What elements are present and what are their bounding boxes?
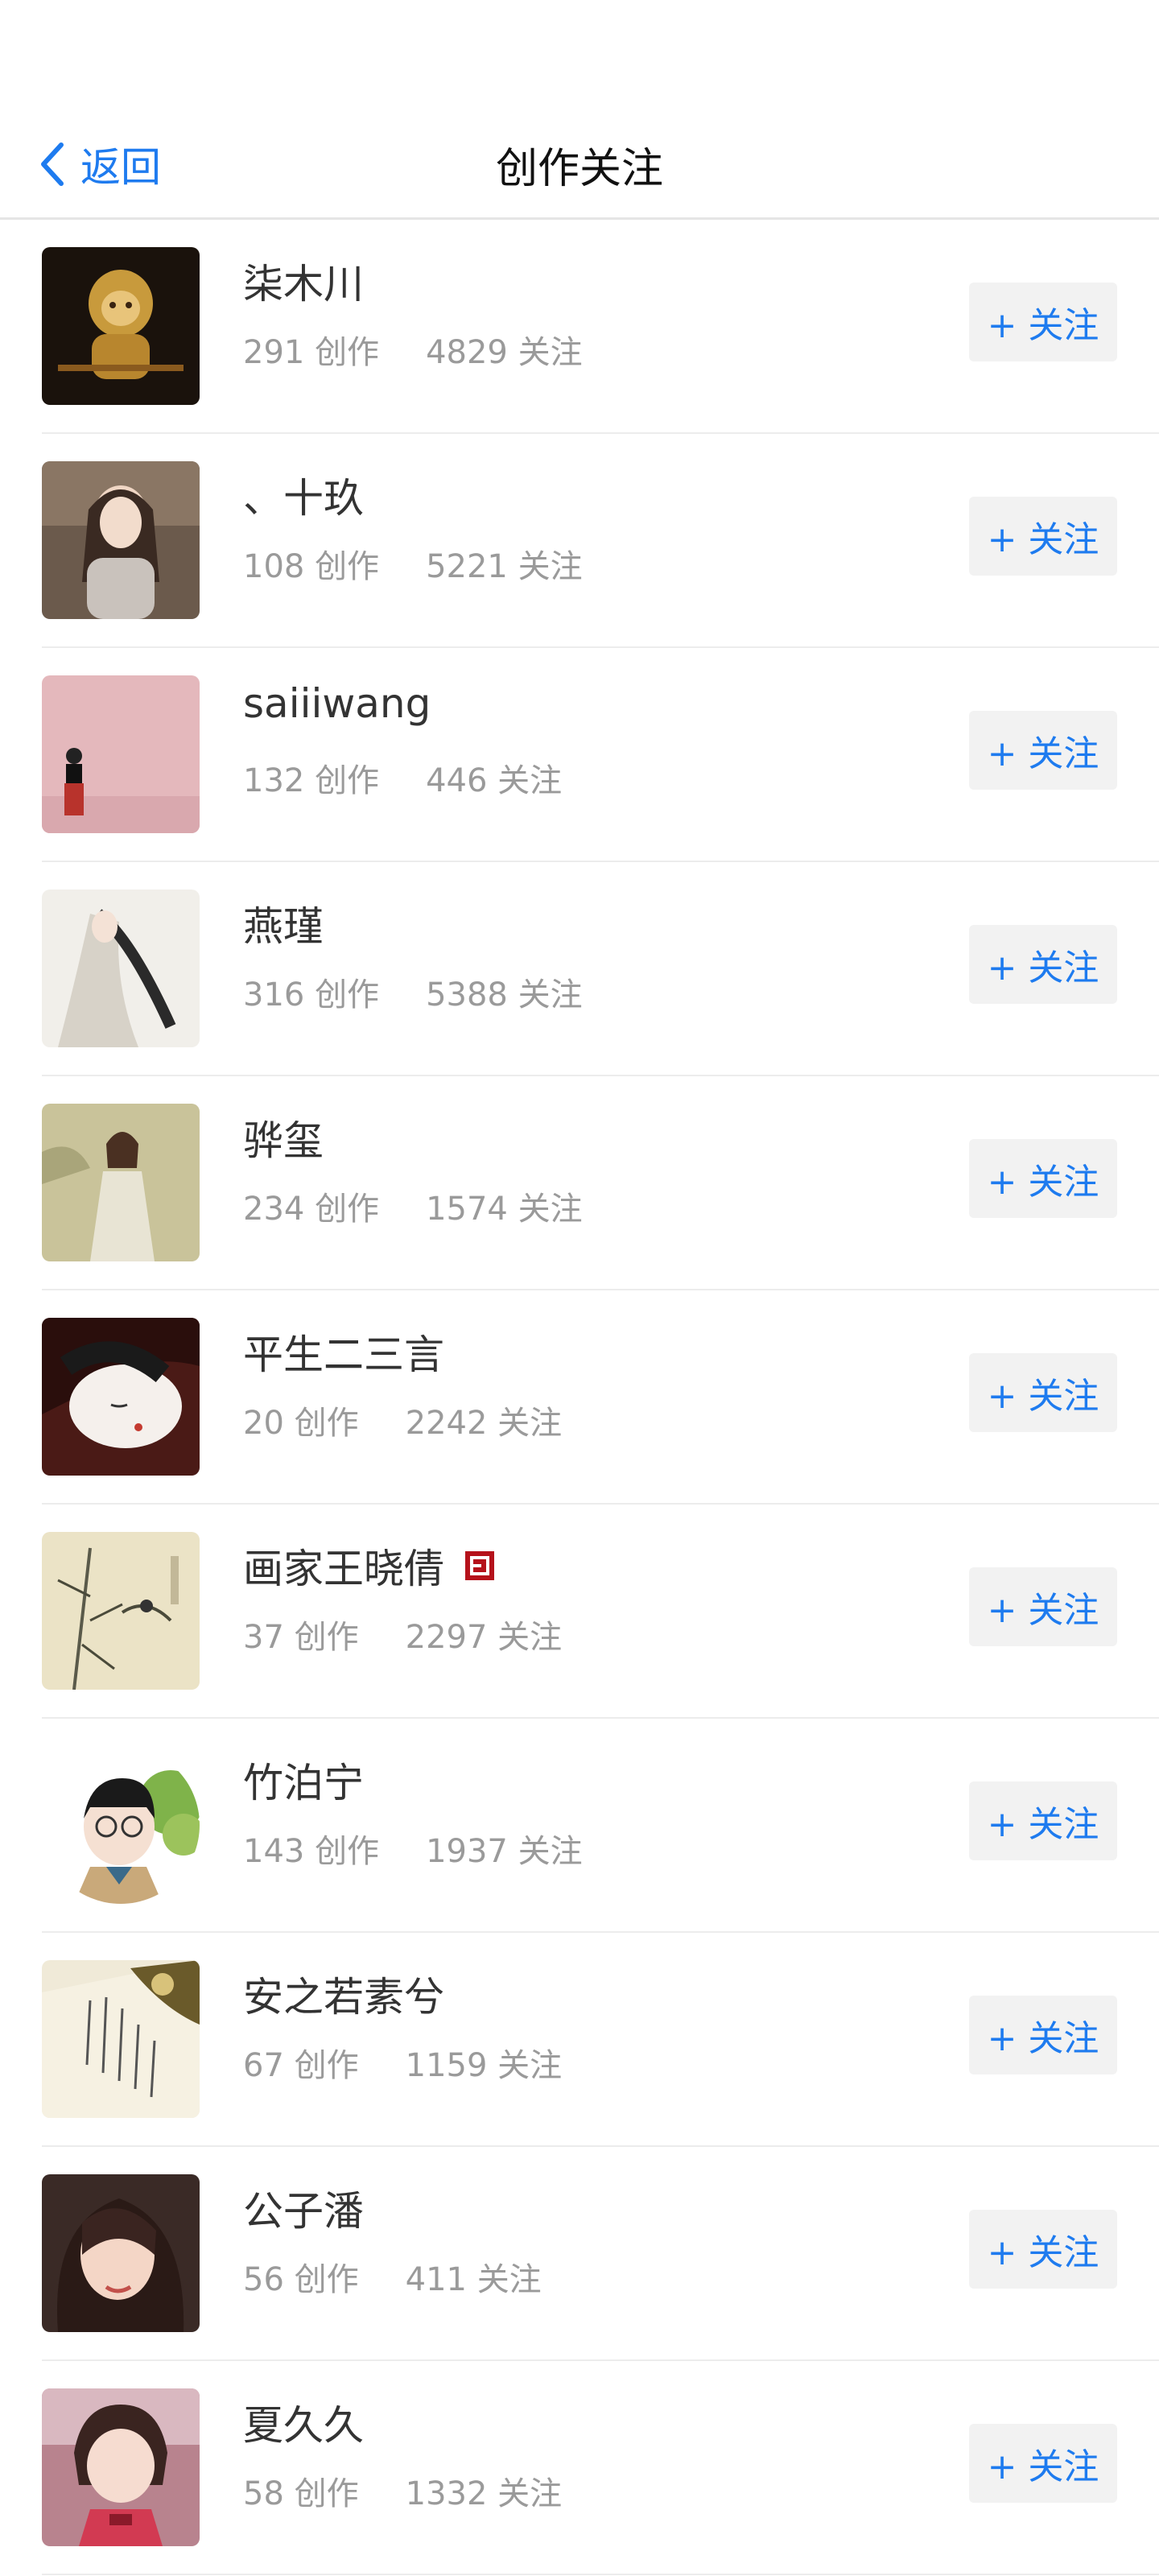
follow-button[interactable]: + 关注	[969, 925, 1117, 1004]
avatar[interactable]	[42, 1960, 200, 2118]
user-name[interactable]: 竹泊宁	[243, 1751, 364, 1809]
creation-count: 132 创作	[243, 762, 380, 799]
user-stats: 291 创作 4829 关注	[243, 326, 583, 373]
follow-count: 411 关注	[405, 2261, 542, 2298]
user-name[interactable]: saiiiwang	[243, 680, 431, 727]
user-stats: 56 创作 411 关注	[243, 2253, 542, 2300]
list-item[interactable]: 竹泊宁 143 创作 1937 关注 + 关注	[0, 1719, 1159, 1933]
follow-count: 446 关注	[426, 762, 563, 799]
user-stats: 132 创作 446 关注	[243, 754, 562, 801]
seal-badge-icon	[465, 1551, 494, 1580]
creator-list: 柒木川 291 创作 4829 关注 + 关注 、十玖 108 创作 5221 关注…	[0, 220, 1159, 2575]
list-item[interactable]: 柒木川 291 创作 4829 关注 + 关注	[0, 220, 1159, 434]
user-name-text: 、十玖	[243, 475, 364, 522]
follow-count: 1937 关注	[426, 1833, 583, 1870]
list-item[interactable]: 公子潘 56 创作 411 关注 + 关注	[0, 2147, 1159, 2361]
list-item[interactable]: 平生二三言 20 创作 2242 关注 + 关注	[0, 1290, 1159, 1505]
follow-button[interactable]: + 关注	[969, 2424, 1117, 2503]
avatar[interactable]	[42, 1532, 200, 1690]
user-name-text: saiiiwang	[243, 680, 431, 727]
follow-button[interactable]: + 关注	[969, 283, 1117, 361]
follow-count: 1332 关注	[405, 2475, 563, 2512]
user-name[interactable]: 骅玺	[243, 1108, 324, 1166]
avatar[interactable]	[42, 675, 200, 833]
follow-button[interactable]: + 关注	[969, 711, 1117, 790]
follow-button[interactable]: + 关注	[969, 1996, 1117, 2074]
follow-count: 2297 关注	[405, 1619, 563, 1656]
user-name-text: 柒木川	[243, 261, 364, 308]
follow-count: 1159 关注	[405, 2047, 563, 2084]
user-name-text: 安之若素兮	[243, 1974, 444, 2021]
user-stats: 234 创作 1574 关注	[243, 1183, 583, 1229]
user-name-text: 平生二三言	[243, 1331, 444, 1378]
avatar[interactable]	[42, 1104, 200, 1261]
list-item[interactable]: 安之若素兮 67 创作 1159 关注 + 关注	[0, 1933, 1159, 2147]
follow-count: 5221 关注	[426, 548, 583, 585]
list-item[interactable]: 夏久久 58 创作 1332 关注 + 关注	[0, 2361, 1159, 2575]
follow-button[interactable]: + 关注	[969, 1567, 1117, 1646]
list-item[interactable]: 、十玖 108 创作 5221 关注 + 关注	[0, 434, 1159, 648]
follow-button[interactable]: + 关注	[969, 1353, 1117, 1432]
user-name[interactable]: 画家王晓倩	[243, 1537, 497, 1595]
creation-count: 291 创作	[243, 334, 380, 371]
creation-count: 67 创作	[243, 2047, 359, 2084]
user-stats: 143 创作 1937 关注	[243, 1825, 583, 1872]
creation-count: 20 创作	[243, 1405, 359, 1442]
avatar[interactable]	[42, 461, 200, 619]
creation-count: 316 创作	[243, 976, 380, 1013]
user-name[interactable]: 夏久久	[243, 2393, 364, 2451]
avatar[interactable]	[42, 2174, 200, 2332]
list-item[interactable]: 骅玺 234 创作 1574 关注 + 关注	[0, 1076, 1159, 1290]
user-stats: 20 创作 2242 关注	[243, 1397, 562, 1443]
user-name-text: 画家王晓倩	[243, 1546, 444, 1592]
creation-count: 108 创作	[243, 548, 380, 585]
list-item[interactable]: 燕瑾 316 创作 5388 关注 + 关注	[0, 862, 1159, 1076]
avatar[interactable]	[42, 1746, 200, 1904]
user-name[interactable]: 、十玖	[243, 466, 364, 524]
user-stats: 108 创作 5221 关注	[243, 540, 583, 587]
user-name[interactable]: 公子潘	[243, 2179, 364, 2237]
page-title: 创作关注	[495, 144, 663, 193]
list-item[interactable]: saiiiwang 132 创作 446 关注 + 关注	[0, 648, 1159, 862]
creation-count: 58 创作	[243, 2475, 359, 2512]
user-name-text: 燕瑾	[243, 903, 324, 950]
user-name-text: 竹泊宁	[243, 1760, 364, 1806]
follow-button[interactable]: + 关注	[969, 1139, 1117, 1218]
creation-count: 143 创作	[243, 1833, 380, 1870]
user-stats: 316 创作 5388 关注	[243, 968, 583, 1015]
follow-count: 5388 关注	[426, 976, 583, 1013]
nav-bar: 返回 创作关注	[0, 89, 1159, 217]
user-name[interactable]: 柒木川	[243, 252, 364, 310]
user-stats: 37 创作 2297 关注	[243, 1611, 562, 1657]
user-name-text: 公子潘	[243, 2188, 364, 2235]
user-name[interactable]: 燕瑾	[243, 894, 324, 952]
follow-button[interactable]: + 关注	[969, 1781, 1117, 1860]
follow-button[interactable]: + 关注	[969, 2210, 1117, 2289]
creation-count: 37 创作	[243, 1619, 359, 1656]
avatar[interactable]	[42, 247, 200, 405]
follow-button[interactable]: + 关注	[969, 497, 1117, 576]
user-stats: 67 创作 1159 关注	[243, 2039, 562, 2086]
user-stats: 58 创作 1332 关注	[243, 2467, 562, 2514]
user-name[interactable]: 平生二三言	[243, 1323, 444, 1381]
avatar[interactable]	[42, 890, 200, 1047]
list-item[interactable]: 画家王晓倩 37 创作 2297 关注 + 关注	[0, 1505, 1159, 1719]
user-name-text: 骅玺	[243, 1117, 324, 1164]
follow-count: 2242 关注	[405, 1405, 563, 1442]
avatar[interactable]	[42, 1318, 200, 1476]
avatar[interactable]	[42, 2388, 200, 2546]
follow-count: 1574 关注	[426, 1191, 583, 1228]
user-name-text: 夏久久	[243, 2402, 364, 2449]
follow-count: 4829 关注	[426, 334, 583, 371]
user-name[interactable]: 安之若素兮	[243, 1965, 444, 2023]
creation-count: 234 创作	[243, 1191, 380, 1228]
creation-count: 56 创作	[243, 2261, 359, 2298]
